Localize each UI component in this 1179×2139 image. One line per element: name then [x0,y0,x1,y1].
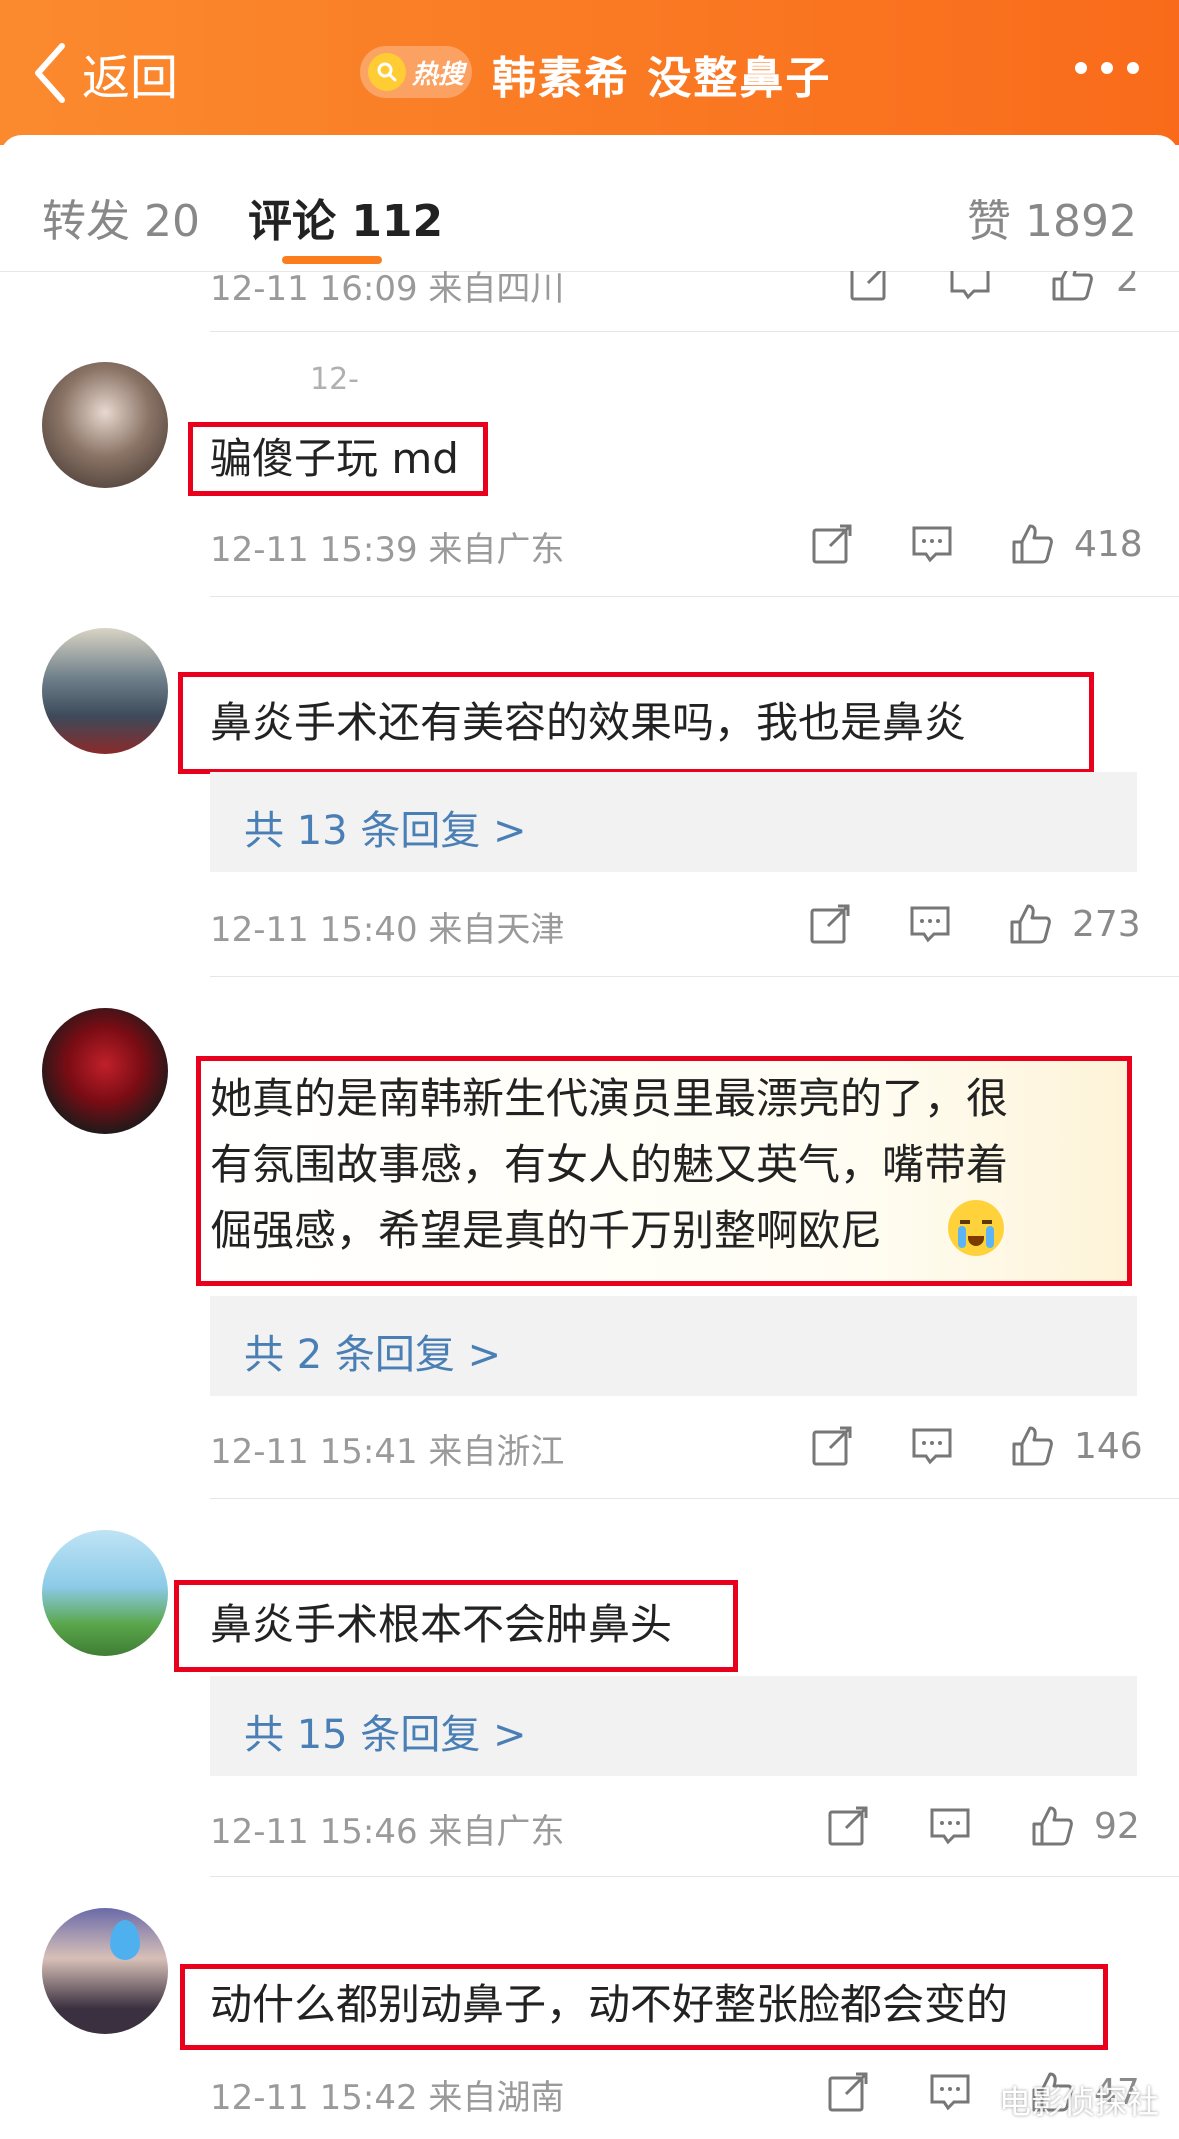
avatar[interactable] [42,1530,168,1656]
like-icon[interactable] [1050,271,1094,303]
tab-comments[interactable]: 评论 112 [248,185,443,249]
active-tab-indicator [282,256,382,264]
comment-text: 鼻炎手术根本不会肿鼻头 [210,1600,673,1649]
top-nav-bar: 返回 热搜 韩素希 没整鼻子 [0,0,1179,145]
comment-meta: 12-11 15:41 来自浙江 [210,1432,565,1472]
divider [210,331,1179,332]
replies-label[interactable]: 共 2 条回复 > [244,1322,501,1380]
divider [210,596,1179,597]
share-icon[interactable] [826,2070,870,2114]
comment-icon[interactable] [928,2070,972,2114]
replies-link[interactable]: 共 15 条回复 > [210,1676,1137,1776]
comment-meta: 12-11 15:39 来自广东 [210,530,565,570]
share-icon[interactable] [810,522,854,566]
hot-search-badge[interactable]: 热搜 [360,46,472,98]
share-icon[interactable] [826,1804,870,1848]
comment-line: 有氛围故事感，有女人的魅又英气，嘴带着 [210,1140,1009,1189]
crying-emoji-icon [948,1200,1004,1256]
comment-icon[interactable] [908,902,952,946]
avatar[interactable] [42,1008,168,1134]
like-count: 146 [1074,1426,1143,1467]
comment-meta: 12-11 15:40 来自天津 [210,910,565,950]
like-icon[interactable] [1010,522,1054,566]
comment-meta: 12-11 16:09 来自四川 [210,271,565,309]
comment-line: 她真的是南韩新生代演员里最漂亮的了，很 [210,1074,1009,1123]
back-label: 返回 [82,50,179,106]
avatar[interactable] [42,1908,168,2034]
comment-icon[interactable] [910,522,954,566]
comment-meta: 12-11 15:46 来自广东 [210,1812,565,1852]
replies-link[interactable]: 共 13 条回复 > [210,772,1137,872]
chevron-left-icon [35,43,65,103]
search-icon [367,53,406,91]
replies-label[interactable]: 共 13 条回复 > [244,798,527,856]
comment-meta: 12-11 15:42 来自湖南 [210,2078,565,2118]
like-count: 273 [1072,904,1141,945]
comment-icon[interactable] [910,1424,954,1468]
like-icon[interactable] [1030,1804,1074,1848]
like-icon[interactable] [1008,902,1052,946]
share-icon[interactable] [848,271,892,303]
back-button[interactable]: 返回 [32,38,178,108]
comment-text: 动什么都别动鼻子，动不好整张脸都会变的 [210,1980,1009,2029]
like-count: 2 [1116,271,1139,300]
tab-repost[interactable]: 转发 20 [42,185,200,249]
divider [210,976,1179,977]
sweat-drop-icon [110,1920,140,1960]
replies-link[interactable]: 共 2 条回复 > [210,1296,1137,1396]
share-icon[interactable] [810,1424,854,1468]
comment-text: 骗傻子玩 md [210,434,459,483]
divider [210,1498,1179,1499]
tab-bar: 转发 20 评论 112 赞 1892 [0,135,1179,272]
avatar[interactable] [42,362,168,488]
more-options-icon[interactable] [1075,62,1139,74]
partial-comment-row: 12-11 16:09 来自四川 2 [0,271,1179,331]
page-title: 韩素希 没整鼻子 [492,53,832,104]
comment-text: 鼻炎手术还有美容的效果吗，我也是鼻炎 [210,698,967,747]
like-icon[interactable] [1010,1424,1054,1468]
comment-icon[interactable] [948,271,992,303]
like-count: 92 [1094,1806,1140,1847]
like-count: 418 [1074,524,1143,565]
replies-label[interactable]: 共 15 条回复 > [244,1702,527,1760]
hot-search-label: 热搜 [411,59,464,90]
tab-likes[interactable]: 赞 1892 [967,185,1137,249]
share-icon[interactable] [808,902,852,946]
comment-icon[interactable] [928,1804,972,1848]
watermark: 电影侦探社 [998,2083,1159,2121]
avatar[interactable] [42,628,168,754]
username[interactable]: 12- [310,362,359,397]
divider [210,1876,1179,1877]
